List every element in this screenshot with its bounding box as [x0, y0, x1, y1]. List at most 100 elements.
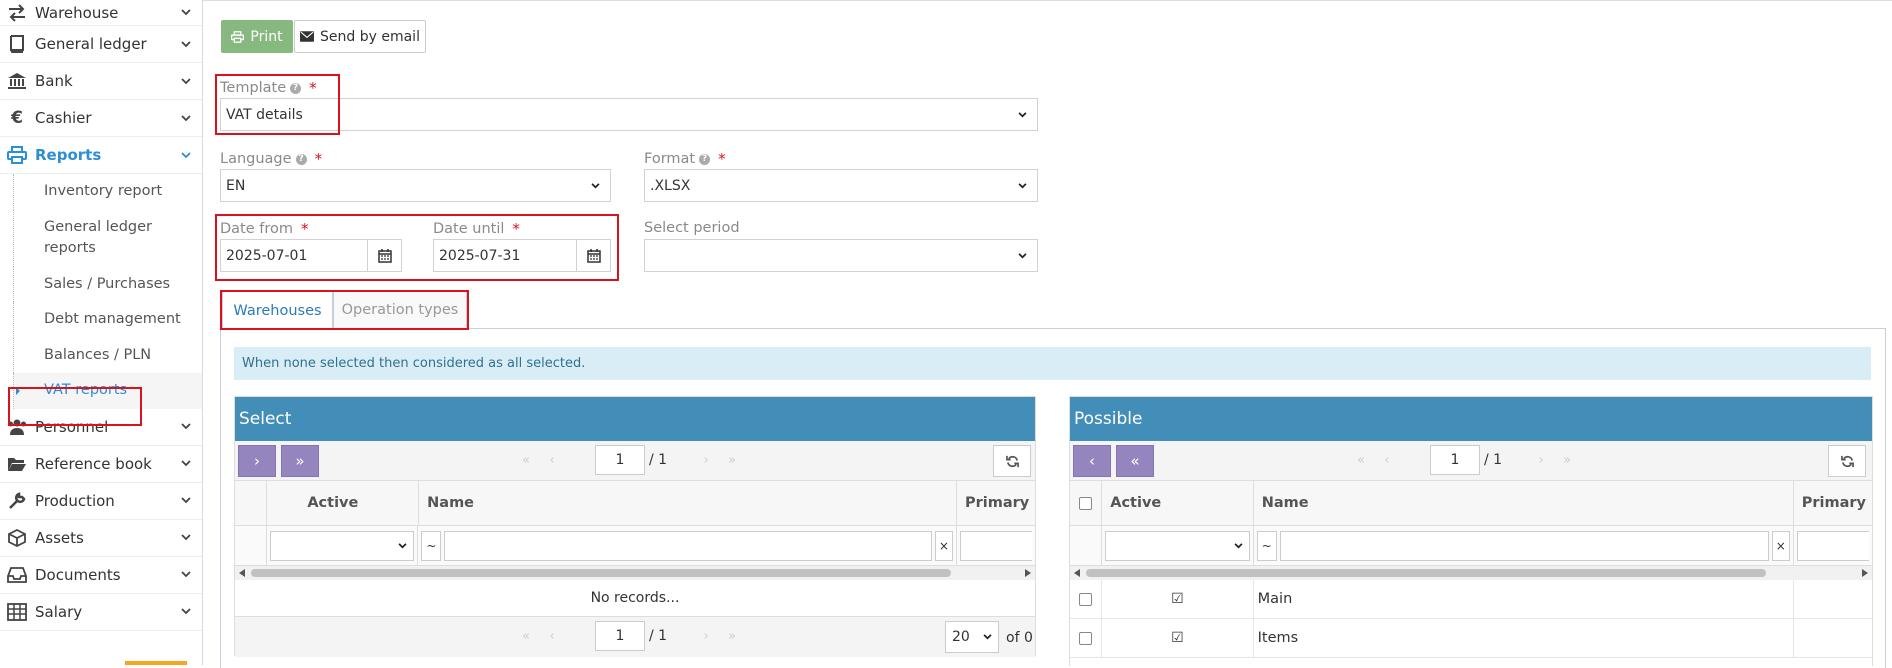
- template-select[interactable]: VAT details: [220, 98, 1038, 131]
- primary-filter-input[interactable]: [1796, 530, 1869, 561]
- table-row[interactable]: ☑ Items: [1070, 619, 1872, 658]
- scroll-right-icon[interactable]: [1025, 569, 1031, 577]
- primary-filter-input[interactable]: [959, 530, 1032, 561]
- sidebar-subitem-sales-purchases[interactable]: Sales / Purchases: [13, 266, 202, 302]
- sidebar-item-production[interactable]: Production: [0, 483, 202, 520]
- sidebar-item-assets[interactable]: Assets: [0, 520, 202, 557]
- possible-panel-header: Possible: [1070, 397, 1872, 441]
- date-until-field[interactable]: 2025-07-31: [433, 239, 611, 272]
- move-left-button[interactable]: ‹: [1073, 445, 1111, 477]
- calendar-icon[interactable]: [576, 240, 610, 271]
- refresh-button[interactable]: [993, 445, 1031, 477]
- date-from-label-text: Date from: [220, 221, 294, 237]
- tab-warehouses[interactable]: Warehouses: [222, 290, 333, 329]
- active-column-header[interactable]: Active: [1102, 481, 1254, 525]
- select-panel: Select › » « ‹ 1 / 1 › » Active Name Pri…: [234, 396, 1036, 657]
- filter-operator-button[interactable]: ~: [421, 530, 442, 561]
- select-all-checkbox[interactable]: [1079, 496, 1093, 510]
- name-cell: Main: [1254, 580, 1794, 618]
- sidebar-item-label: Bank: [35, 72, 73, 90]
- question-icon[interactable]: ?: [699, 153, 711, 165]
- sidebar-item-cashier[interactable]: € Cashier: [0, 100, 202, 137]
- format-select[interactable]: .XLSX: [644, 169, 1038, 202]
- name-column-header[interactable]: Name: [419, 481, 957, 525]
- name-filter-input[interactable]: [444, 530, 932, 561]
- last-page-icon[interactable]: »: [719, 445, 745, 475]
- question-icon[interactable]: ?: [290, 82, 302, 94]
- sidebar-item-warehouse[interactable]: Warehouse: [0, 0, 202, 26]
- clear-filter-button[interactable]: ×: [934, 530, 953, 561]
- first-page-icon[interactable]: «: [513, 621, 539, 651]
- move-all-left-button[interactable]: «: [1116, 445, 1154, 477]
- date-until-input[interactable]: 2025-07-31: [434, 240, 576, 271]
- next-page-icon[interactable]: ›: [693, 445, 719, 475]
- sidebar-item-personnel[interactable]: Personnel: [0, 409, 202, 446]
- prev-page-icon[interactable]: ‹: [539, 445, 565, 475]
- page-input[interactable]: 1: [595, 445, 645, 475]
- sidebar-item-reports[interactable]: Reports: [0, 137, 202, 174]
- row-checkbox[interactable]: [1079, 631, 1093, 645]
- select-filter-row: ~ ×: [235, 526, 1035, 566]
- active-column-header[interactable]: Active: [267, 481, 420, 525]
- horizontal-scrollbar[interactable]: [235, 566, 1035, 580]
- chevron-down-icon: [178, 608, 194, 615]
- sidebar-subitem-vat-reports[interactable]: VAT reports: [13, 373, 202, 409]
- active-filter-select[interactable]: [1105, 530, 1250, 561]
- scrollbar-thumb[interactable]: [1086, 569, 1766, 577]
- refresh-button[interactable]: [1828, 445, 1866, 477]
- page-size-select[interactable]: 20: [945, 621, 999, 653]
- filter-operator-button[interactable]: ~: [1256, 530, 1277, 561]
- tab-operation-types[interactable]: Operation types: [333, 291, 467, 329]
- pager-spacer: [565, 445, 591, 475]
- send-by-email-button[interactable]: Send by email: [294, 20, 426, 53]
- scroll-left-icon[interactable]: [239, 569, 245, 577]
- sidebar-subitem-general-ledger-reports[interactable]: General ledger reports: [13, 209, 193, 267]
- primary-column-header[interactable]: Primary: [957, 481, 1035, 525]
- sidebar-subitem-inventory-report[interactable]: Inventory report: [13, 174, 202, 210]
- active-filter-select[interactable]: [270, 530, 415, 561]
- move-all-right-button[interactable]: »: [281, 445, 319, 477]
- first-page-icon[interactable]: «: [513, 445, 539, 475]
- table-row[interactable]: ☑ Main: [1070, 580, 1872, 619]
- scroll-right-icon[interactable]: [1862, 569, 1868, 577]
- next-page-icon[interactable]: ›: [1528, 445, 1554, 475]
- scroll-left-icon[interactable]: [1074, 569, 1080, 577]
- select-grid-header: Active Name Primary: [235, 481, 1035, 526]
- date-from-input[interactable]: 2025-07-01: [221, 240, 367, 271]
- row-checkbox[interactable]: [1079, 592, 1093, 606]
- scrollbar-thumb[interactable]: [251, 569, 951, 577]
- sidebar-item-documents[interactable]: Documents: [0, 557, 202, 594]
- clear-filter-button[interactable]: ×: [1771, 530, 1790, 561]
- date-from-field[interactable]: 2025-07-01: [220, 239, 402, 272]
- select-period-select[interactable]: [644, 239, 1038, 272]
- sidebar-item-label: Assets: [35, 528, 84, 547]
- name-column-header[interactable]: Name: [1254, 481, 1794, 525]
- print-button[interactable]: Print: [221, 20, 293, 53]
- sidebar-subitem-balances-pln[interactable]: Balances / PLN: [13, 337, 202, 373]
- sidebar-item-general-ledger[interactable]: General ledger: [0, 26, 202, 63]
- primary-column-header[interactable]: Primary: [1794, 481, 1872, 525]
- question-icon[interactable]: ?: [295, 153, 307, 165]
- language-select[interactable]: EN: [220, 169, 611, 202]
- cube-icon: [5, 528, 29, 548]
- page-input[interactable]: 1: [1430, 445, 1480, 475]
- sidebar-item-reference-book[interactable]: Reference book: [0, 446, 202, 483]
- last-page-icon[interactable]: »: [719, 621, 745, 651]
- sidebar-item-label: Warehouse: [35, 3, 119, 22]
- next-page-icon[interactable]: ›: [693, 621, 719, 651]
- format-label-text: Format: [644, 151, 696, 167]
- last-page-icon[interactable]: »: [1554, 445, 1580, 475]
- prev-page-icon[interactable]: ‹: [539, 621, 565, 651]
- page-input[interactable]: 1: [595, 621, 645, 651]
- first-page-icon[interactable]: «: [1348, 445, 1374, 475]
- name-filter-input[interactable]: [1279, 530, 1769, 561]
- prev-page-icon[interactable]: ‹: [1374, 445, 1400, 475]
- required-mark: *: [301, 220, 309, 238]
- sidebar-subitem-debt-management[interactable]: Debt management: [13, 302, 202, 338]
- sidebar-item-salary[interactable]: Salary: [0, 594, 202, 631]
- pager-spacer: [667, 621, 693, 651]
- calendar-icon[interactable]: [367, 240, 401, 271]
- sidebar-item-bank[interactable]: Bank: [0, 63, 202, 100]
- horizontal-scrollbar[interactable]: [1070, 566, 1872, 580]
- move-right-button[interactable]: ›: [238, 445, 276, 477]
